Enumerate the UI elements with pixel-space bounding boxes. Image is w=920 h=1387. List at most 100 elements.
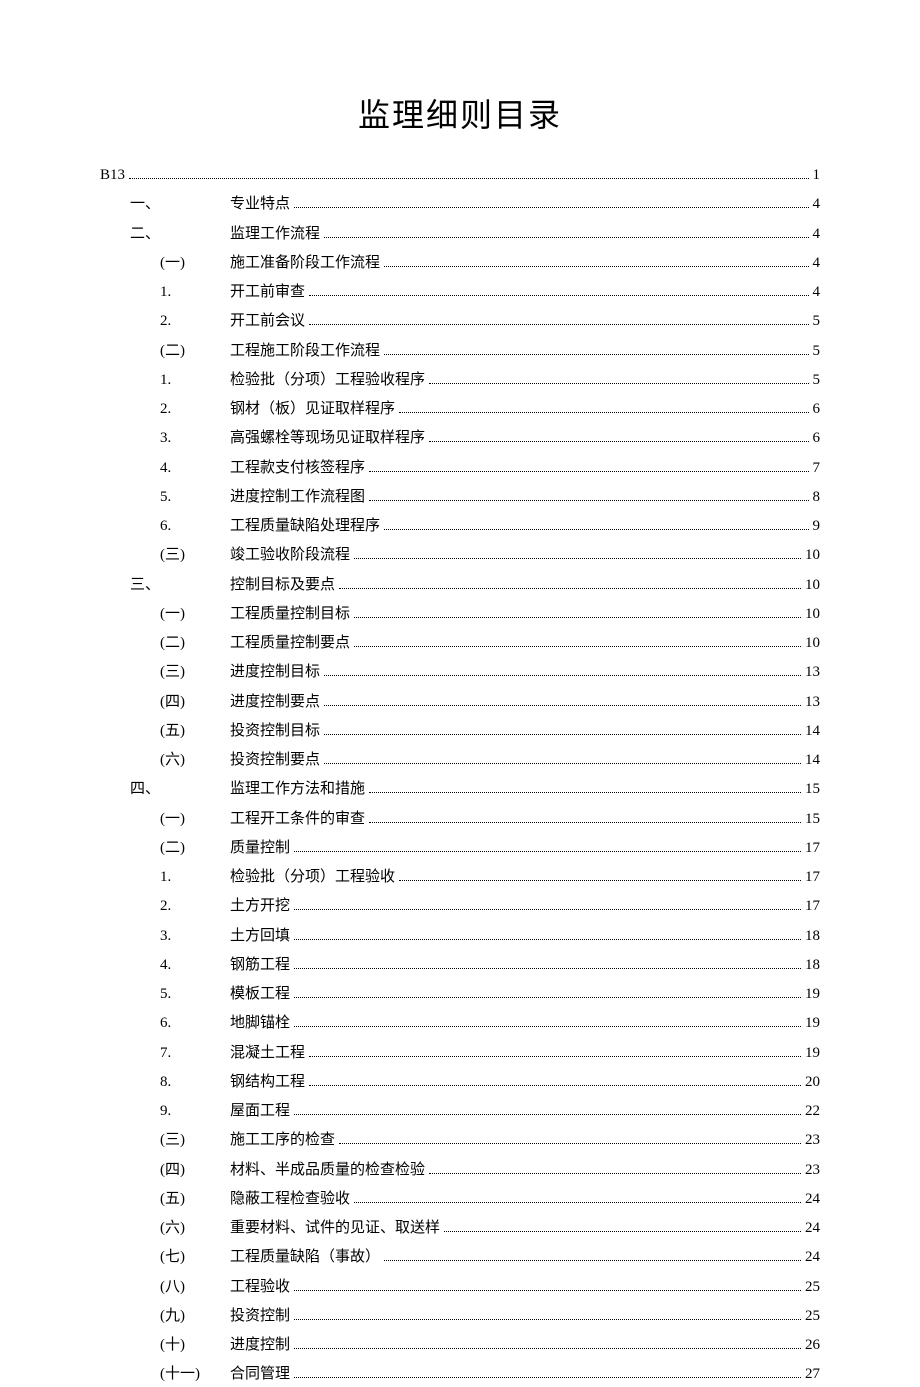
- toc-entry-text: 钢材（板）见证取样程序: [230, 398, 395, 421]
- toc-entry-text: 投资控制要点: [230, 749, 320, 772]
- toc-entry-page: 25: [805, 1276, 820, 1299]
- toc-entry-page: 17: [805, 837, 820, 860]
- toc-entry-text: 工程款支付核签程序: [230, 457, 365, 480]
- toc-entry-text: 模板工程: [230, 983, 290, 1006]
- toc-entry-label: (四): [160, 1159, 230, 1182]
- toc-entry-label: (二): [160, 340, 230, 363]
- toc-entry-text: 工程开工条件的审查: [230, 808, 365, 831]
- toc-entry-text: 竣工验收阶段流程: [230, 544, 350, 567]
- toc-entry-label: 9.: [160, 1100, 230, 1123]
- toc-entry-page: 17: [805, 866, 820, 889]
- toc-entry-label: 3.: [160, 427, 230, 450]
- toc-leader-dots: [354, 646, 801, 647]
- toc-entry-page: 24: [805, 1188, 820, 1211]
- toc-entry-page: 14: [805, 720, 820, 743]
- toc-entry-page: 19: [805, 1012, 820, 1035]
- toc-entry-text: 投资控制: [230, 1305, 290, 1328]
- toc-entry-label: 二、: [130, 223, 230, 246]
- toc-entry-page: 4: [813, 193, 821, 216]
- toc-entry: 7.混凝土工程19: [100, 1042, 820, 1065]
- toc-entry: 5.模板工程19: [100, 983, 820, 1006]
- toc-entry-text: 土方开挖: [230, 895, 290, 918]
- toc-entry-page: 15: [805, 778, 820, 801]
- toc-entry-text: 工程质量控制目标: [230, 603, 350, 626]
- toc-entry: (五)隐蔽工程检查验收24: [100, 1188, 820, 1211]
- toc-entry-label: 4.: [160, 457, 230, 480]
- toc-entry-label: (五): [160, 1188, 230, 1211]
- toc-leader-dots: [444, 1231, 801, 1232]
- toc-entry-text: 工程施工阶段工作流程: [230, 340, 380, 363]
- toc-entry: 2.钢材（板）见证取样程序6: [100, 398, 820, 421]
- toc-entry-page: 18: [805, 954, 820, 977]
- toc-entry-label: (二): [160, 837, 230, 860]
- toc-entry: B131: [100, 164, 820, 187]
- toc-entry: 三、控制目标及要点10: [100, 574, 820, 597]
- toc-entry: (一)工程质量控制目标10: [100, 603, 820, 626]
- toc-leader-dots: [294, 207, 808, 208]
- toc-entry: (二)质量控制 17: [100, 837, 820, 860]
- toc-entry-label: (五): [160, 720, 230, 743]
- toc-entry: 二、监理工作流程 4: [100, 223, 820, 246]
- toc-entry: (三)进度控制目标13: [100, 661, 820, 684]
- toc-leader-dots: [324, 237, 808, 238]
- toc-entry-text: 屋面工程: [230, 1100, 290, 1123]
- toc-entry-page: 6: [813, 427, 821, 450]
- toc-entry-page: 19: [805, 1042, 820, 1065]
- toc-entry-label: 三、: [130, 574, 230, 597]
- toc-leader-dots: [294, 1319, 801, 1320]
- toc-entry-page: 5: [813, 310, 821, 333]
- toc-entry: (二)工程质量控制要点10: [100, 632, 820, 655]
- toc-entry-label: (十): [160, 1334, 230, 1357]
- toc-entry-label: 2.: [160, 895, 230, 918]
- toc-entry-label: 2.: [160, 310, 230, 333]
- toc-leader-dots: [309, 324, 808, 325]
- toc-leader-dots: [369, 500, 808, 501]
- toc-entry-text: 工程验收: [230, 1276, 290, 1299]
- toc-entry-page: 24: [805, 1217, 820, 1240]
- toc-entry: 5.进度控制工作流程图8: [100, 486, 820, 509]
- toc-entry: 1.开工前审查4: [100, 281, 820, 304]
- toc-entry-text: 进度控制: [230, 1334, 290, 1357]
- toc-entry-text: 地脚锚栓: [230, 1012, 290, 1035]
- toc-entry-page: 17: [805, 895, 820, 918]
- toc-entry: 4.钢筋工程18: [100, 954, 820, 977]
- toc-entry-text: 工程质量缺陷处理程序: [230, 515, 380, 538]
- toc-entry-label: 四、: [130, 778, 230, 801]
- toc-entry-page: 23: [805, 1159, 820, 1182]
- toc-entry-label: (六): [160, 1217, 230, 1240]
- toc-entry-page: 25: [805, 1305, 820, 1328]
- toc-entry-text: 检验批（分项）工程验收: [230, 866, 395, 889]
- toc-entry: 1.检验批（分项）工程验收17: [100, 866, 820, 889]
- toc-entry-page: 10: [805, 574, 820, 597]
- toc-leader-dots: [399, 880, 801, 881]
- toc-entry-label: (一): [160, 603, 230, 626]
- toc-entry-label: 8.: [160, 1071, 230, 1094]
- toc-leader-dots: [294, 1114, 801, 1115]
- toc-entry-page: 7: [813, 457, 821, 480]
- toc-entry-text: 材料、半成品质量的检查检验: [230, 1159, 425, 1182]
- toc-entry-text: 钢筋工程: [230, 954, 290, 977]
- toc-entry-text: 钢结构工程: [230, 1071, 305, 1094]
- toc-entry: (十一)合同管理27: [100, 1363, 820, 1386]
- toc-entry-page: 14: [805, 749, 820, 772]
- toc-entry-page: 27: [805, 1363, 820, 1386]
- toc-leader-dots: [429, 441, 808, 442]
- toc-entry-page: 23: [805, 1129, 820, 1152]
- toc-entry-page: 15: [805, 808, 820, 831]
- toc-entry-text: 监理工作流程: [230, 223, 320, 246]
- toc-leader-dots: [384, 1260, 801, 1261]
- toc-entry: (三)竣工验收阶段流程10: [100, 544, 820, 567]
- toc-leader-dots: [384, 529, 808, 530]
- toc-entry: (四)进度控制要点13: [100, 691, 820, 714]
- toc-entry-label: (三): [160, 661, 230, 684]
- toc-leader-dots: [309, 1056, 801, 1057]
- toc-leader-dots: [324, 675, 801, 676]
- toc-entry-label: 5.: [160, 486, 230, 509]
- toc-entry-text: 进度控制工作流程图: [230, 486, 365, 509]
- toc-entry-text: 混凝土工程: [230, 1042, 305, 1065]
- toc-entry-text: 质量控制: [230, 837, 290, 860]
- toc-entry-page: 4: [813, 223, 821, 246]
- toc-entry: (七)工程质量缺陷（事故）24: [100, 1246, 820, 1269]
- toc-leader-dots: [324, 705, 801, 706]
- table-of-contents: B131一、专业特点4二、监理工作流程4(一)施工准备阶段工作流程41.开工前审…: [100, 164, 820, 1387]
